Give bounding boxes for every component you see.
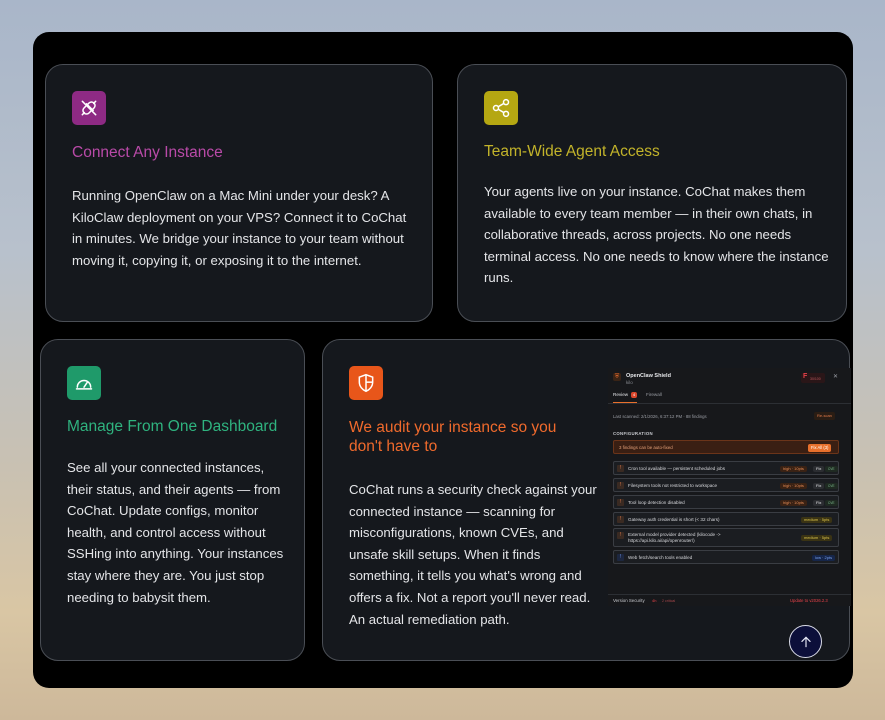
card-title: We audit your instance so you don't have… [349,419,557,455]
autofix-text: 3 findings can be auto-fixed [619,445,673,450]
review-count-badge: 4 [631,392,637,398]
shield-icon [349,366,383,400]
grade-letter: F [803,373,808,380]
update-link[interactable]: Update to v2026.2.3 [790,598,828,604]
rescan-button[interactable]: Re-scan [814,412,835,420]
scroll-to-top-button[interactable] [789,625,822,658]
version-security-label: Version Security [613,598,645,603]
finding-text: External model provider detected (kiloco… [628,532,721,543]
autofix-banner: 3 findings can be auto-fixed Fix All (3) [613,440,839,454]
footer-divider [608,594,851,595]
card-title: Manage From One Dashboard [67,418,278,435]
tab-label: Review [613,392,629,397]
card-title: Team-Wide Agent Access [484,143,660,160]
finding-text: Cron tool available — persistent schedul… [628,466,726,471]
finding-text: Web fetch/search tools enabled [628,555,693,560]
card-body: See all your connected instances, their … [67,460,284,605]
card-body: Running OpenClaw on a Mac Mini under you… [72,188,407,268]
severity-badge: medium · 5pts [801,535,833,541]
warning-icon: ! [617,482,624,489]
feature-card-team-access: Team-Wide Agent Access Your agents live … [457,64,847,322]
arrow-up-icon [800,636,811,647]
feature-card-dashboard: Manage From One Dashboard See all your c… [40,339,305,661]
cve-badge: CVE [825,483,838,489]
grade-badge: F 30/100 [801,373,825,383]
severity-badge: high · 10pts [780,500,807,506]
severity-badge: high · 10pts [780,483,807,489]
plug-off-icon [72,91,106,125]
severity-badge: high · 10pts [780,466,807,472]
finding-row[interactable]: ! Cron tool available — persistent schedu… [613,461,839,475]
tab-firewall[interactable]: Firewall [646,392,662,398]
warning-icon: ! [617,516,624,523]
severity-badge: medium · 5pts [801,517,833,523]
finding-row[interactable]: ! External model provider detected (kiloc… [613,528,839,547]
cve-badge: CVE [825,500,838,506]
shield-panel-subtitle: kilo [626,380,633,385]
features-frame: Connect Any Instance Running OpenClaw on… [33,32,853,688]
warning-icon: ! [617,465,624,472]
feature-card-audit: We audit your instance so you don't have… [322,339,851,661]
tab-review[interactable]: Review 4 [613,392,637,403]
share-icon [484,91,518,125]
finding-row[interactable]: ! Web fetch/search tools enabled low · 2pt… [613,550,839,564]
warning-icon: ! [617,554,624,561]
shield-logo-icon: ⛨ [613,373,621,381]
feature-card-connect: Connect Any Instance Running OpenClaw on… [45,64,433,322]
fix-button[interactable]: Fix [813,466,825,472]
finding-row[interactable]: ! Gateway auth credential is short (< 32 … [613,512,839,526]
tab-divider [608,403,851,404]
severity-badge: low · 2pts [812,555,836,561]
finding-text: Gateway auth credential is short (< 32 c… [628,517,720,522]
shield-panel-title: OpenClaw Shield [626,373,671,379]
gauge-icon [67,366,101,400]
critical-badge: 2 critical [662,599,676,603]
section-label: CONFIGURATION [613,431,653,436]
card-body: Your agents live on your instance. CoCha… [484,184,829,286]
warning-icon: ! [617,532,624,539]
shield-panel-preview: ⛨ OpenClaw Shield kilo F 30/100 ✕ Review… [608,368,851,606]
version-badge: 4h [652,598,657,603]
cve-badge: CVE [825,466,838,472]
fix-button[interactable]: Fix [813,483,825,489]
close-icon[interactable]: ✕ [833,374,838,380]
card-title: Connect Any Instance [72,144,223,161]
card-body: CoChat runs a security check against you… [349,482,597,627]
last-scanned-text: Last scanned: 2/1/2026, 6:37:12 PM · 88 … [613,414,707,419]
fix-all-button[interactable]: Fix All (3) [808,443,832,452]
grade-score: 30/100 [810,377,821,381]
finding-text: Filesystem tools not restricted to works… [628,483,718,488]
warning-icon: ! [617,499,624,506]
finding-row[interactable]: ! Filesystem tools not restricted to work… [613,478,839,492]
finding-text: Tool loop detection disabled [628,500,685,505]
fix-button[interactable]: Fix [813,500,825,506]
finding-row[interactable]: ! Tool loop detection disabled high · 10pt… [613,495,839,509]
